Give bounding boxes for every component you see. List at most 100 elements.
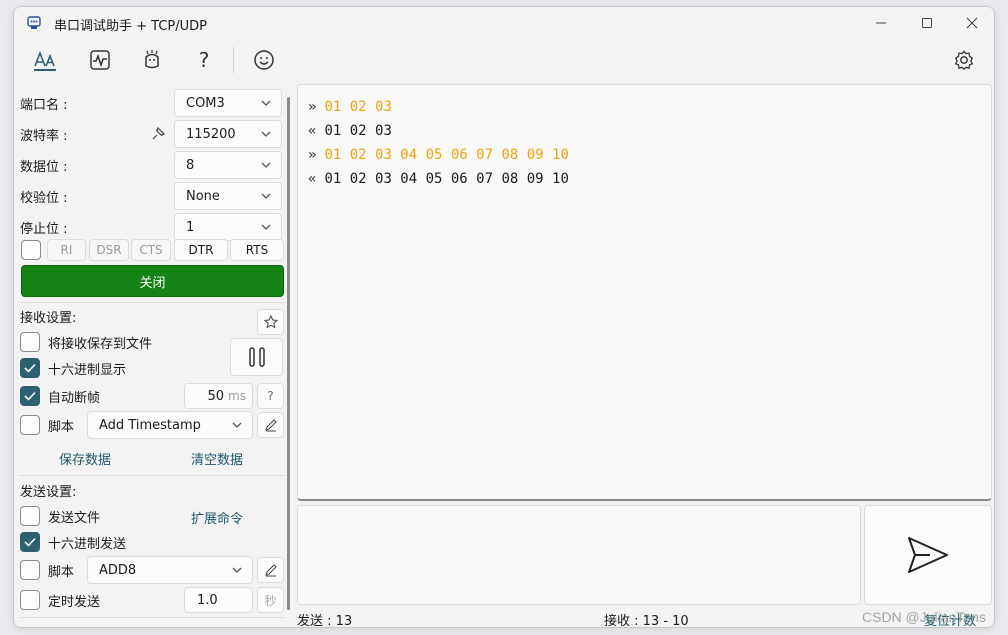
log-line-tx: » 01 02 03 — [308, 99, 392, 115]
font-icon[interactable] — [28, 45, 62, 75]
settings-icon[interactable] — [947, 45, 981, 75]
parity-row: 校验位 : — [20, 182, 68, 210]
signal-dsr: DSR — [89, 239, 129, 261]
data-bits-select[interactable]: 8 — [174, 151, 282, 179]
save-to-file-row: 将接收保存到文件 — [20, 328, 152, 356]
port-label: 端口名 : — [20, 97, 68, 113]
toolbar-separator — [233, 47, 234, 73]
auto-frame-unit: ms — [228, 389, 246, 403]
signal-dtr-button[interactable]: DTR — [174, 239, 228, 261]
auto-frame-checkbox[interactable] — [20, 386, 40, 406]
auto-frame-label: 自动断帧 — [48, 390, 101, 406]
signal-cts: CTS — [131, 239, 171, 261]
pause-icon — [248, 347, 265, 367]
port-select[interactable]: COM3 — [174, 89, 282, 117]
edit-script-button[interactable] — [257, 412, 284, 438]
chevron-down-icon — [261, 100, 271, 106]
auto-frame-value: 50 — [207, 388, 224, 404]
chevron-down-icon — [261, 224, 271, 230]
timed-send-value: 1.0 — [197, 592, 218, 608]
pen-icon — [264, 564, 277, 577]
log-data: 01 02 03 — [324, 123, 392, 139]
send-file-row: 发送文件 — [20, 502, 100, 530]
window-title: 串口调试助手 + TCP/UDP — [54, 19, 207, 34]
waveform-icon[interactable] — [83, 45, 117, 75]
watermark: CSDN @JulianTans — [862, 609, 986, 625]
baud-select[interactable]: 115200 — [174, 120, 282, 148]
parity-label: 校验位 : — [20, 190, 68, 206]
baud-label: 波特率 : — [20, 128, 68, 144]
chevron-down-icon — [232, 567, 242, 573]
parity-select[interactable]: None — [174, 182, 282, 210]
timed-send-label: 定时发送 — [48, 594, 101, 610]
smiley-icon[interactable] — [247, 45, 281, 75]
rx-arrow: « — [308, 171, 317, 187]
data-bits-label: 数据位 : — [20, 159, 68, 175]
log-line-rx: « 01 02 03 — [308, 123, 392, 139]
log-data: 01 02 03 — [324, 99, 392, 115]
chevron-down-icon — [261, 162, 271, 168]
save-data-button[interactable]: 保存数据 — [59, 449, 111, 468]
parity-value: None — [186, 188, 220, 204]
send-script-value: ADD8 — [99, 562, 137, 578]
data-bits-row: 数据位 : — [20, 151, 68, 179]
send-script-checkbox[interactable] — [20, 560, 40, 580]
sent-count: 发送 : 13 — [297, 610, 352, 627]
settings-scrollbar[interactable] — [287, 97, 290, 610]
recv-count: 接收 : 13 - 10 — [604, 610, 689, 627]
signal-checkbox[interactable] — [21, 240, 41, 260]
hex-send-row: 十六进制发送 — [20, 528, 126, 556]
timed-send-input[interactable]: 1.0 — [184, 587, 253, 613]
send-settings-title: 发送设置: — [20, 484, 77, 500]
edit-send-script-button[interactable] — [257, 557, 284, 583]
send-script-label: 脚本 — [48, 564, 75, 580]
maximize-button[interactable] — [912, 13, 942, 33]
rx-arrow: « — [308, 123, 317, 139]
stop-bits-value: 1 — [186, 219, 195, 235]
toolbar: ? — [14, 41, 994, 81]
log-data: 01 02 03 04 05 06 07 08 09 10 — [324, 171, 569, 187]
receive-title: 接收设置: — [20, 302, 76, 330]
receive-script-label: 脚本 — [48, 419, 75, 435]
hex-display-checkbox[interactable] — [20, 358, 40, 378]
signal-ri: RI — [47, 239, 86, 261]
extend-command-button[interactable]: 扩展命令 — [191, 508, 243, 527]
send-input-area[interactable] — [297, 505, 861, 605]
send-file-label: 发送文件 — [48, 510, 101, 526]
log-line-tx: » 01 02 03 04 05 06 07 08 09 10 — [308, 147, 569, 163]
port-row: 端口名 : — [20, 89, 68, 117]
auto-frame-help-button[interactable]: ? — [257, 383, 284, 409]
pin-icon[interactable] — [150, 126, 166, 146]
close-window-button[interactable] — [957, 13, 987, 33]
app-window: 串口调试助手 + TCP/UDP ? 端口名 : COM3 波特率: 1152… — [13, 6, 995, 628]
receive-script-select[interactable]: Add Timestamp — [87, 411, 253, 439]
auto-frame-input[interactable]: 50 ms — [184, 383, 253, 409]
star-icon[interactable] — [257, 309, 284, 335]
chevron-down-icon — [232, 422, 242, 428]
receive-script-checkbox[interactable] — [20, 415, 40, 435]
hex-send-checkbox[interactable] — [20, 532, 40, 552]
baud-value: 115200 — [186, 126, 236, 142]
close-port-button[interactable]: 关闭 — [21, 265, 284, 297]
hex-display-label: 十六进制显示 — [48, 362, 127, 378]
send-file-checkbox[interactable] — [20, 506, 40, 526]
save-to-file-checkbox[interactable] — [20, 332, 40, 352]
chevron-down-icon — [261, 193, 271, 199]
minimize-button[interactable] — [866, 13, 896, 33]
serial-port-icon — [26, 15, 42, 31]
stop-bits-select[interactable]: 1 — [174, 213, 282, 241]
signal-rts-button[interactable]: RTS — [230, 239, 284, 261]
receive-area[interactable]: » 01 02 03 « 01 02 03 » 01 02 03 04 05 06 0… — [297, 84, 992, 501]
clear-data-button[interactable]: 清空数据 — [191, 449, 243, 468]
auto-frame-row: 自动断帧 — [20, 382, 100, 410]
timed-send-checkbox[interactable] — [20, 590, 40, 610]
send-script-select[interactable]: ADD8 — [87, 556, 253, 584]
help-icon[interactable]: ? — [187, 45, 221, 75]
receive-script-row: 脚本 — [20, 411, 74, 439]
mascot-icon[interactable] — [135, 45, 169, 75]
send-button[interactable] — [864, 505, 992, 605]
chevron-down-icon — [261, 131, 271, 137]
receive-settings-title: 接收设置: — [20, 310, 77, 326]
pause-button[interactable] — [230, 338, 283, 376]
hex-send-label: 十六进制发送 — [48, 536, 127, 552]
